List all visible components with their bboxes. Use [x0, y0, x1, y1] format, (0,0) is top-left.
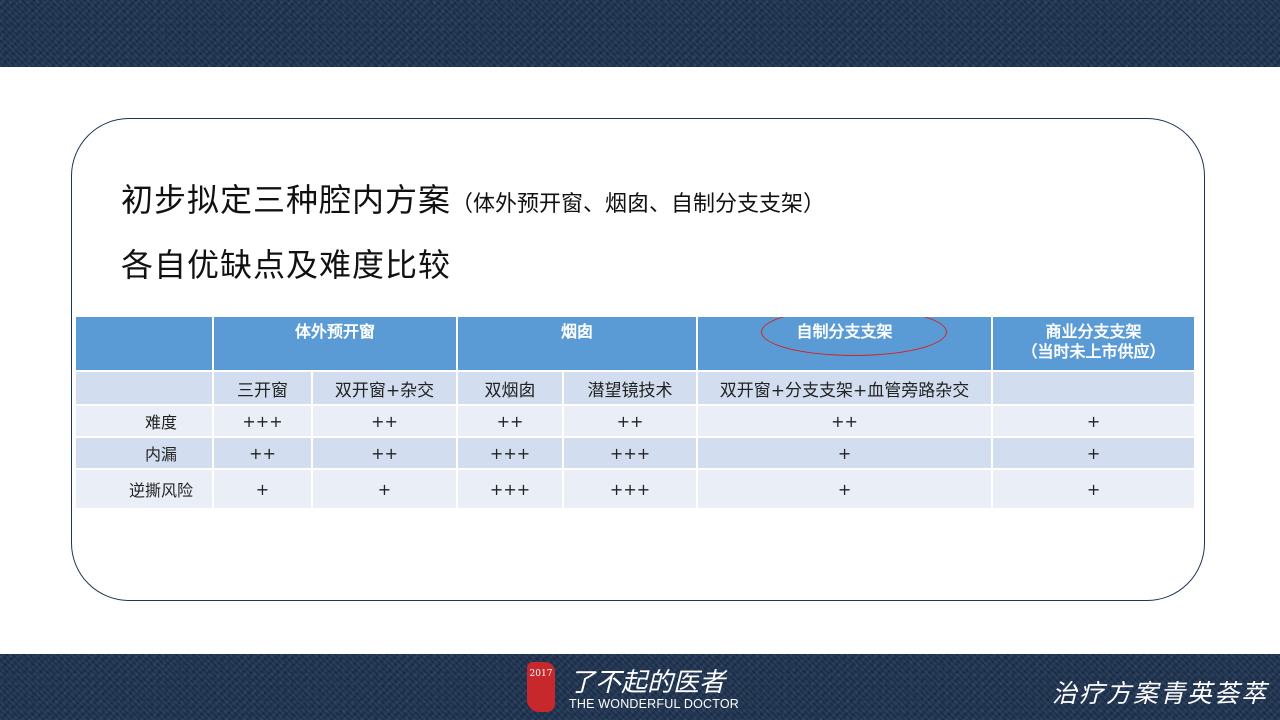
title-note: （体外预开窗、烟囱、自制分支支架） [451, 192, 826, 217]
footer-tagline: 治疗方案青英荟萃 [1052, 679, 1269, 708]
header-commercial-line2: （当时未上市供应） [1021, 342, 1166, 361]
header-custom-branch: 自制分支支架 [697, 317, 994, 372]
table-cell: + [697, 469, 994, 510]
subheader-cell: 潜望镜技术 [563, 371, 699, 406]
header-commercial-line1: 商业分支支架 [1045, 322, 1142, 341]
top-banner [0, 0, 1280, 67]
subheader-cell: 双开窗+分支支架+血管旁路杂交 [697, 371, 994, 406]
logo-chinese-text: 了不起的医者 [569, 668, 726, 698]
subheader-cell: 双开窗+杂交 [312, 371, 459, 406]
table-cell: + [213, 469, 313, 510]
header-commercial-branch: 商业分支支架 （当时未上市供应） [992, 317, 1197, 372]
table-cell: ++ [312, 405, 459, 438]
subheader-cell: 三开窗 [213, 371, 313, 406]
logo-english-text: THE WONDERFUL DOCTOR [569, 697, 739, 711]
footer-logo: 2017 了不起的医者 THE WONDERFUL DOCTOR [527, 660, 739, 714]
subheader-cell: 双烟囱 [457, 371, 565, 406]
title-main: 初步拟定三种腔内方案 [121, 181, 452, 219]
table-cell: +++ [213, 405, 313, 438]
header-pre-fenestration: 体外预开窗 [213, 317, 459, 372]
table-cell: +++ [457, 437, 565, 470]
logo-seal: 2017 [527, 662, 555, 712]
table-cell: +++ [563, 469, 699, 510]
table-cell: ++ [697, 405, 994, 438]
table-row: 逆撕风险 + + +++ +++ + + [76, 469, 1197, 510]
subheader-cell [992, 371, 1197, 406]
row-label: 难度 [76, 405, 214, 438]
table-cell: + [992, 469, 1197, 510]
table-cell: +++ [457, 469, 565, 510]
table-cell: + [312, 469, 459, 510]
table-header-row: 体外预开窗 烟囱 自制分支支架 商业分支支架 （当时未上市供应） [76, 317, 1197, 372]
row-label: 内漏 [76, 437, 214, 470]
table-subheader-row: 三开窗 双开窗+杂交 双烟囱 潜望镜技术 双开窗+分支支架+血管旁路杂交 [76, 371, 1197, 406]
table-cell: + [992, 437, 1197, 470]
table-cell: + [697, 437, 994, 470]
row-label: 逆撕风险 [76, 469, 214, 510]
table-row: 难度 +++ ++ ++ ++ ++ + [76, 405, 1197, 438]
table-cell: +++ [563, 437, 699, 470]
header-chimney: 烟囱 [457, 317, 699, 372]
comparison-table: 体外预开窗 烟囱 自制分支支架 商业分支支架 （当时未上市供应） 三开窗 双开窗… [76, 317, 1197, 510]
table-cell: ++ [457, 405, 565, 438]
table-cell: ++ [213, 437, 313, 470]
slide-title-line1: 初步拟定三种腔内方案（体外预开窗、烟囱、自制分支支架） [121, 175, 825, 221]
table-cell: ++ [563, 405, 699, 438]
table-row: 内漏 ++ ++ +++ +++ + + [76, 437, 1197, 470]
subheader-cell [76, 371, 214, 406]
header-corner [76, 317, 214, 372]
slide-title-line2: 各自优缺点及难度比较 [121, 246, 452, 284]
table-cell: + [992, 405, 1197, 438]
highlight-ellipse [760, 317, 947, 356]
table-cell: ++ [312, 437, 459, 470]
